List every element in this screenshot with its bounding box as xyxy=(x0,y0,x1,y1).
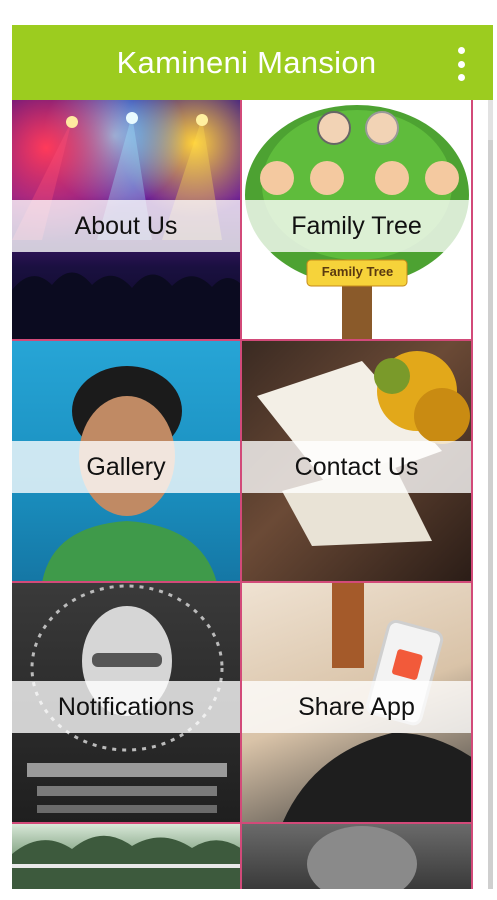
tile-label-share-app: Share App xyxy=(298,692,415,721)
tile-share-app[interactable]: Share App xyxy=(242,583,473,824)
tile-label-band: Contact Us xyxy=(242,441,471,493)
app-bar: Kamineni Mansion xyxy=(12,25,493,100)
tile-label-family-tree: Family Tree xyxy=(291,211,422,240)
tile-label-contact-us: Contact Us xyxy=(294,452,419,481)
tile-label-band: Share App xyxy=(242,681,471,733)
tile-label-band: Family Tree xyxy=(242,200,471,252)
scrollbar-thumb[interactable] xyxy=(488,140,493,889)
tile-about-us[interactable]: About Us xyxy=(12,100,242,341)
tile-label-about-us: About Us xyxy=(74,211,178,240)
tile-contact-us[interactable]: Contact Us xyxy=(242,341,473,583)
scrollbar[interactable] xyxy=(488,100,493,889)
tile-label-band: Gallery xyxy=(12,441,240,493)
tile-label-gallery: Gallery xyxy=(86,452,166,481)
tile-label-band: Notifications xyxy=(12,681,240,733)
tile-label-band: About Us xyxy=(12,200,240,252)
tile-family-tree[interactable]: Family Tree Family Tree xyxy=(242,100,473,341)
tile-partial-left[interactable] xyxy=(12,824,242,889)
person-photo-image xyxy=(242,824,471,889)
family-tree-banner-text: Family Tree xyxy=(321,264,394,279)
tile-gallery[interactable]: Gallery xyxy=(12,341,242,583)
app-screen: Kamineni Mansion About Us Family Tree Fa… xyxy=(12,25,493,889)
tile-notifications[interactable]: Notifications xyxy=(12,583,242,824)
tile-label-notifications: Notifications xyxy=(57,692,195,721)
trees-landscape-image xyxy=(12,824,240,889)
menu-grid: About Us Family Tree Family Tree Gallery… xyxy=(12,100,493,889)
more-vert-icon[interactable] xyxy=(451,47,471,81)
app-title: Kamineni Mansion xyxy=(116,44,377,80)
tile-partial-right[interactable] xyxy=(242,824,473,889)
